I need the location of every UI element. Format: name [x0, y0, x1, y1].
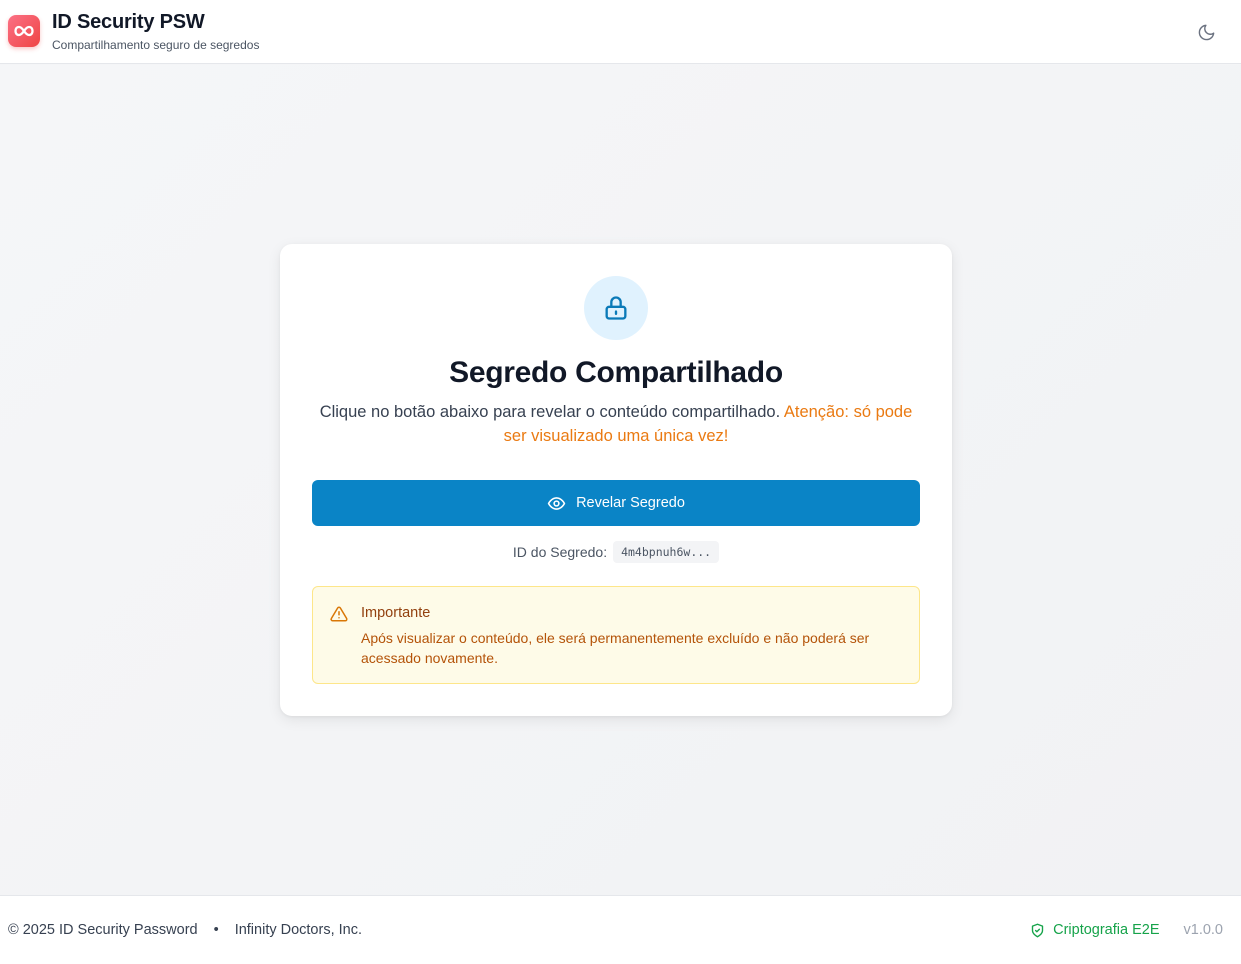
reveal-secret-label: Revelar Segredo [576, 495, 685, 511]
reveal-secret-button[interactable]: Revelar Segredo [312, 480, 920, 526]
encryption-label: Criptografia E2E [1053, 922, 1160, 938]
description-text: Clique no botão abaixo para revelar o co… [319, 403, 781, 421]
copyright-text: © 2025 ID Security Password [8, 922, 198, 938]
lock-icon [605, 296, 627, 320]
card-description: Clique no botão abaixo para revelar o co… [312, 400, 920, 448]
version-label: v1.0.0 [1183, 922, 1224, 938]
footer-separator: • [213, 922, 219, 938]
footer-right: Criptografia E2E v1.0.0 [1030, 922, 1223, 938]
alert-text: Após visualizar o conteúdo, ele será per… [361, 630, 870, 666]
warning-triangle-icon [330, 606, 348, 622]
secret-id: ID do Segredo: 4m4bpnuh6w... [280, 541, 952, 563]
footer-left: © 2025 ID Security Password • Infinity D… [8, 922, 362, 938]
important-alert: Importante Após visualizar o conteúdo, e… [312, 586, 920, 684]
secret-id-label: ID do Segredo: [512, 544, 608, 560]
secret-card: Segredo Compartilhado Clique no botão ab… [280, 244, 952, 716]
eye-icon [547, 496, 566, 510]
alert-title: Importante [361, 605, 431, 621]
app-logo[interactable] [8, 15, 40, 47]
company-name: Infinity Doctors, Inc. [234, 922, 363, 938]
app-title: ID Security PSW [52, 11, 205, 33]
secret-id-value: 4m4bpnuh6w... [613, 541, 720, 563]
app-footer: © 2025 ID Security Password • Infinity D… [0, 895, 1241, 964]
theme-toggle-button[interactable] [1192, 18, 1220, 46]
card-title: Segredo Compartilhado [449, 356, 783, 389]
app-subtitle: Compartilhamento seguro de segredos [52, 38, 260, 52]
app-header: ID Security PSW Compartilhamento seguro … [0, 0, 1241, 64]
encryption-badge: Criptografia E2E [1030, 922, 1160, 938]
moon-icon [1198, 24, 1214, 40]
lock-icon-badge [584, 276, 648, 340]
infinity-icon [14, 25, 34, 37]
shield-check-icon [1031, 923, 1044, 937]
